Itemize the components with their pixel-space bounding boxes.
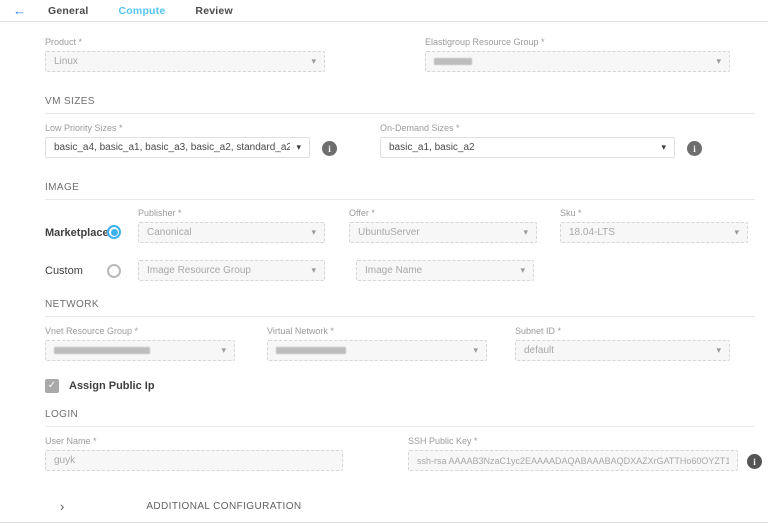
sku-value: 18.04-LTS: [569, 227, 615, 238]
redacted-value: [54, 347, 150, 354]
sku-field: Sku * 18.04-LTS ▾: [560, 208, 748, 243]
chevron-right-icon[interactable]: ›: [60, 499, 64, 514]
assign-public-ip-row: ✓ Assign Public Ip: [45, 379, 768, 393]
elastigroup-rg-select: ▾: [425, 51, 730, 72]
subnet-id-select: default ▾: [515, 340, 730, 361]
low-priority-sizes-field: Low Priority Sizes * basic_a4, basic_a1,…: [45, 123, 310, 158]
sku-select: 18.04-LTS ▾: [560, 222, 748, 243]
chevron-down-icon: ▾: [523, 227, 528, 238]
chevron-down-icon: ▾: [734, 227, 739, 238]
network-section-title: NETWORK: [45, 299, 755, 317]
marketplace-option-label: Marketplace: [45, 227, 107, 239]
product-value: Linux: [54, 56, 78, 67]
user-name-label: User Name *: [45, 436, 343, 446]
check-icon: ✓: [48, 380, 56, 391]
image-name-placeholder: Image Name: [365, 265, 422, 276]
elastigroup-rg-field: Elastigroup Resource Group * ▾: [425, 37, 730, 72]
redacted-value: [276, 347, 346, 354]
subnet-id-value: default: [524, 345, 554, 356]
ssh-public-key-field: SSH Public Key * ssh-rsa AAAAB3NzaC1yc2E…: [408, 436, 738, 471]
custom-option-label: Custom: [45, 265, 107, 277]
subnet-id-label: Subnet ID *: [515, 326, 730, 336]
product-row: Product * Linux ▾ Elastigroup Resource G…: [45, 37, 768, 72]
offer-label: Offer *: [349, 208, 537, 218]
marketplace-row: Marketplace Publisher * Canonical ▾ Offe…: [45, 208, 768, 243]
product-select: Linux ▾: [45, 51, 325, 72]
publisher-label: Publisher *: [138, 208, 325, 218]
sku-label: Sku *: [560, 208, 748, 218]
info-icon[interactable]: i: [747, 454, 762, 469]
offer-select: UbuntuServer ▾: [349, 222, 537, 243]
marketplace-radio[interactable]: [107, 225, 121, 239]
assign-public-ip-label: Assign Public Ip: [69, 380, 155, 392]
vnet-rg-select: ▾: [45, 340, 235, 361]
info-icon[interactable]: i: [322, 141, 337, 156]
user-name-input: guyk: [45, 450, 343, 471]
chevron-down-icon: ▾: [661, 142, 666, 153]
vnet-rg-label: Vnet Resource Group *: [45, 326, 235, 336]
tab-review[interactable]: Review: [195, 5, 232, 17]
offer-field: Offer * UbuntuServer ▾: [349, 208, 537, 243]
back-arrow-icon[interactable]: ←: [13, 4, 26, 17]
user-name-field: User Name * guyk: [45, 436, 343, 471]
login-section-title: LOGIN: [45, 409, 755, 427]
redacted-value: [434, 58, 472, 65]
login-row: User Name * guyk SSH Public Key * ssh-rs…: [45, 436, 768, 471]
publisher-select: Canonical ▾: [138, 222, 325, 243]
custom-row: Custom Image Resource Group ▾ Image Name…: [45, 260, 768, 281]
info-icon[interactable]: i: [687, 141, 702, 156]
assign-public-ip-checkbox: ✓: [45, 379, 59, 393]
image-resource-group-select: Image Resource Group ▾: [138, 260, 325, 281]
image-name-select: Image Name ▾: [356, 260, 534, 281]
ssh-public-key-value: ssh-rsa AAAAB3NzaC1yc2EAAAADAQABAAABAQDX…: [417, 456, 729, 466]
vnet-rg-field: Vnet Resource Group * ▾: [45, 326, 235, 361]
chevron-down-icon: ▾: [473, 345, 478, 356]
offer-value: UbuntuServer: [358, 227, 420, 238]
ssh-public-key-input: ssh-rsa AAAAB3NzaC1yc2EAAAADAQABAAABAQDX…: [408, 450, 738, 471]
low-priority-sizes-value: basic_a4, basic_a1, basic_a3, basic_a2, …: [54, 142, 290, 153]
tab-compute[interactable]: Compute: [119, 5, 166, 17]
network-row: Vnet Resource Group * ▾ Virtual Network …: [45, 326, 768, 361]
image-section-title: IMAGE: [45, 182, 755, 200]
user-name-value: guyk: [54, 455, 75, 466]
additional-configuration-label: ADDITIONAL CONFIGURATION: [146, 501, 301, 512]
subnet-id-field: Subnet ID * default ▾: [515, 326, 730, 361]
chevron-down-icon: ▾: [520, 265, 525, 276]
custom-radio[interactable]: [107, 264, 121, 278]
virtual-network-label: Virtual Network *: [267, 326, 487, 336]
image-resource-group-placeholder: Image Resource Group: [147, 265, 251, 276]
virtual-network-field: Virtual Network * ▾: [267, 326, 487, 361]
low-priority-sizes-label: Low Priority Sizes *: [45, 123, 310, 133]
on-demand-sizes-value: basic_a1, basic_a2: [389, 142, 475, 153]
publisher-value: Canonical: [147, 227, 191, 238]
product-field: Product * Linux ▾: [45, 37, 325, 72]
elastigroup-rg-label: Elastigroup Resource Group *: [425, 37, 730, 47]
chevron-down-icon: ▾: [311, 265, 316, 276]
chevron-down-icon: ▾: [221, 345, 226, 356]
chevron-down-icon: ▾: [311, 227, 316, 238]
on-demand-sizes-select[interactable]: basic_a1, basic_a2 ▾: [380, 137, 675, 158]
publisher-field: Publisher * Canonical ▾: [138, 208, 325, 243]
chevron-down-icon: ▾: [311, 56, 316, 67]
vm-sizes-row: Low Priority Sizes * basic_a4, basic_a1,…: [45, 123, 768, 158]
chevron-down-icon: ▾: [716, 345, 721, 356]
tab-general[interactable]: General: [48, 5, 89, 17]
additional-configuration-expander[interactable]: › ADDITIONAL CONFIGURATION: [45, 499, 768, 514]
chevron-down-icon: ▾: [296, 142, 301, 153]
wizard-tab-bar: ← General Compute Review: [0, 0, 768, 22]
on-demand-sizes-label: On-Demand Sizes *: [380, 123, 675, 133]
product-label: Product *: [45, 37, 325, 47]
chevron-down-icon: ▾: [716, 56, 721, 67]
vm-sizes-section-title: VM SIZES: [45, 96, 755, 114]
on-demand-sizes-field: On-Demand Sizes * basic_a1, basic_a2 ▾: [380, 123, 675, 158]
ssh-public-key-label: SSH Public Key *: [408, 436, 738, 446]
low-priority-sizes-select[interactable]: basic_a4, basic_a1, basic_a3, basic_a2, …: [45, 137, 310, 158]
virtual-network-select: ▾: [267, 340, 487, 361]
